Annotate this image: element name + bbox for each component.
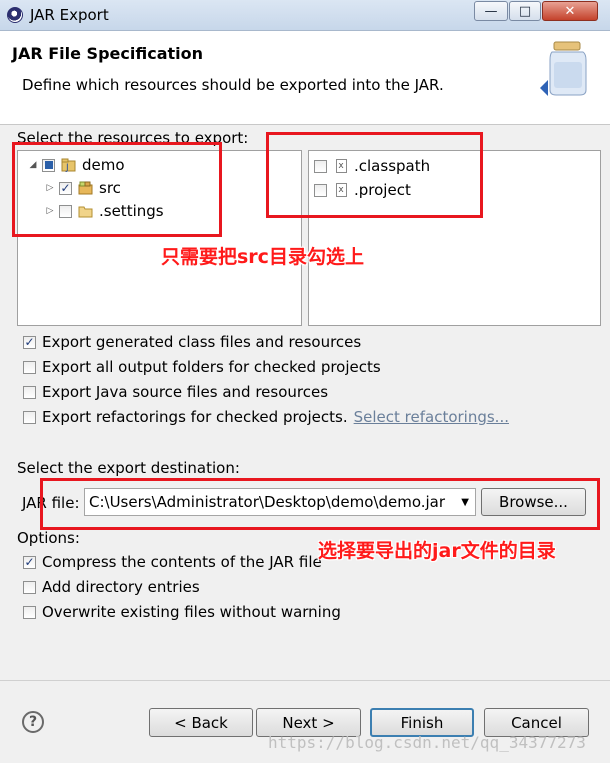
annotation-box-jar [40, 478, 600, 530]
options-label: Options: [17, 529, 80, 547]
option-label: Compress the contents of the JAR file [42, 553, 322, 571]
destination-label: Select the export destination: [17, 459, 240, 477]
page-description: Define which resources should be exporte… [22, 76, 444, 94]
option-label: Overwrite existing files without warning [42, 603, 341, 621]
annotation-box-src [12, 142, 222, 237]
option-label: Export refactorings for checked projects… [42, 408, 348, 426]
export-output-folders-checkbox[interactable] [23, 360, 36, 374]
option-label: Export generated class files and resourc… [42, 333, 362, 351]
export-java-source-checkbox[interactable] [23, 385, 36, 399]
back-button[interactable]: < Back [149, 708, 253, 737]
jar-icon [540, 41, 587, 96]
compress-checkbox[interactable]: ✓ [23, 555, 36, 569]
option-label: Export all output folders for checked pr… [42, 358, 381, 376]
watermark: https://blog.csdn.net/qq_34377273 [268, 733, 586, 752]
minimize-button[interactable]: — [474, 1, 508, 21]
option-label: Export Java source files and resources [42, 383, 329, 401]
option-export-output-folders[interactable]: Export all output folders for checked pr… [23, 357, 381, 377]
option-compress[interactable]: ✓ Compress the contents of the JAR file [23, 552, 322, 572]
option-overwrite[interactable]: Overwrite existing files without warning [23, 602, 341, 622]
window-title: JAR Export [30, 6, 109, 24]
select-refactorings-link[interactable]: Select refactorings... [354, 408, 509, 426]
option-label: Add directory entries [42, 578, 200, 596]
export-class-files-checkbox[interactable]: ✓ [23, 335, 36, 349]
annotation-box-files [266, 132, 483, 218]
page-title: JAR File Specification [12, 44, 203, 63]
option-export-java-source[interactable]: Export Java source files and resources [23, 382, 328, 402]
export-refactorings-checkbox[interactable] [23, 410, 36, 424]
annotation-jar-note: 选择要导出的jar文件的目录 [318, 540, 556, 562]
eclipse-icon [7, 7, 23, 23]
option-directory-entries[interactable]: Add directory entries [23, 577, 200, 597]
directory-entries-checkbox[interactable] [23, 580, 36, 594]
annotation-src-note: 只需要把src目录勾选上 [161, 246, 364, 268]
maximize-button[interactable]: □ [509, 1, 541, 21]
option-export-refactorings[interactable]: Export refactorings for checked projects… [23, 407, 509, 427]
help-icon[interactable]: ? [22, 711, 44, 733]
close-button[interactable]: ✕ [542, 1, 598, 21]
separator [0, 680, 610, 681]
option-export-class-files[interactable]: ✓ Export generated class files and resou… [23, 332, 361, 352]
overwrite-checkbox[interactable] [23, 605, 36, 619]
